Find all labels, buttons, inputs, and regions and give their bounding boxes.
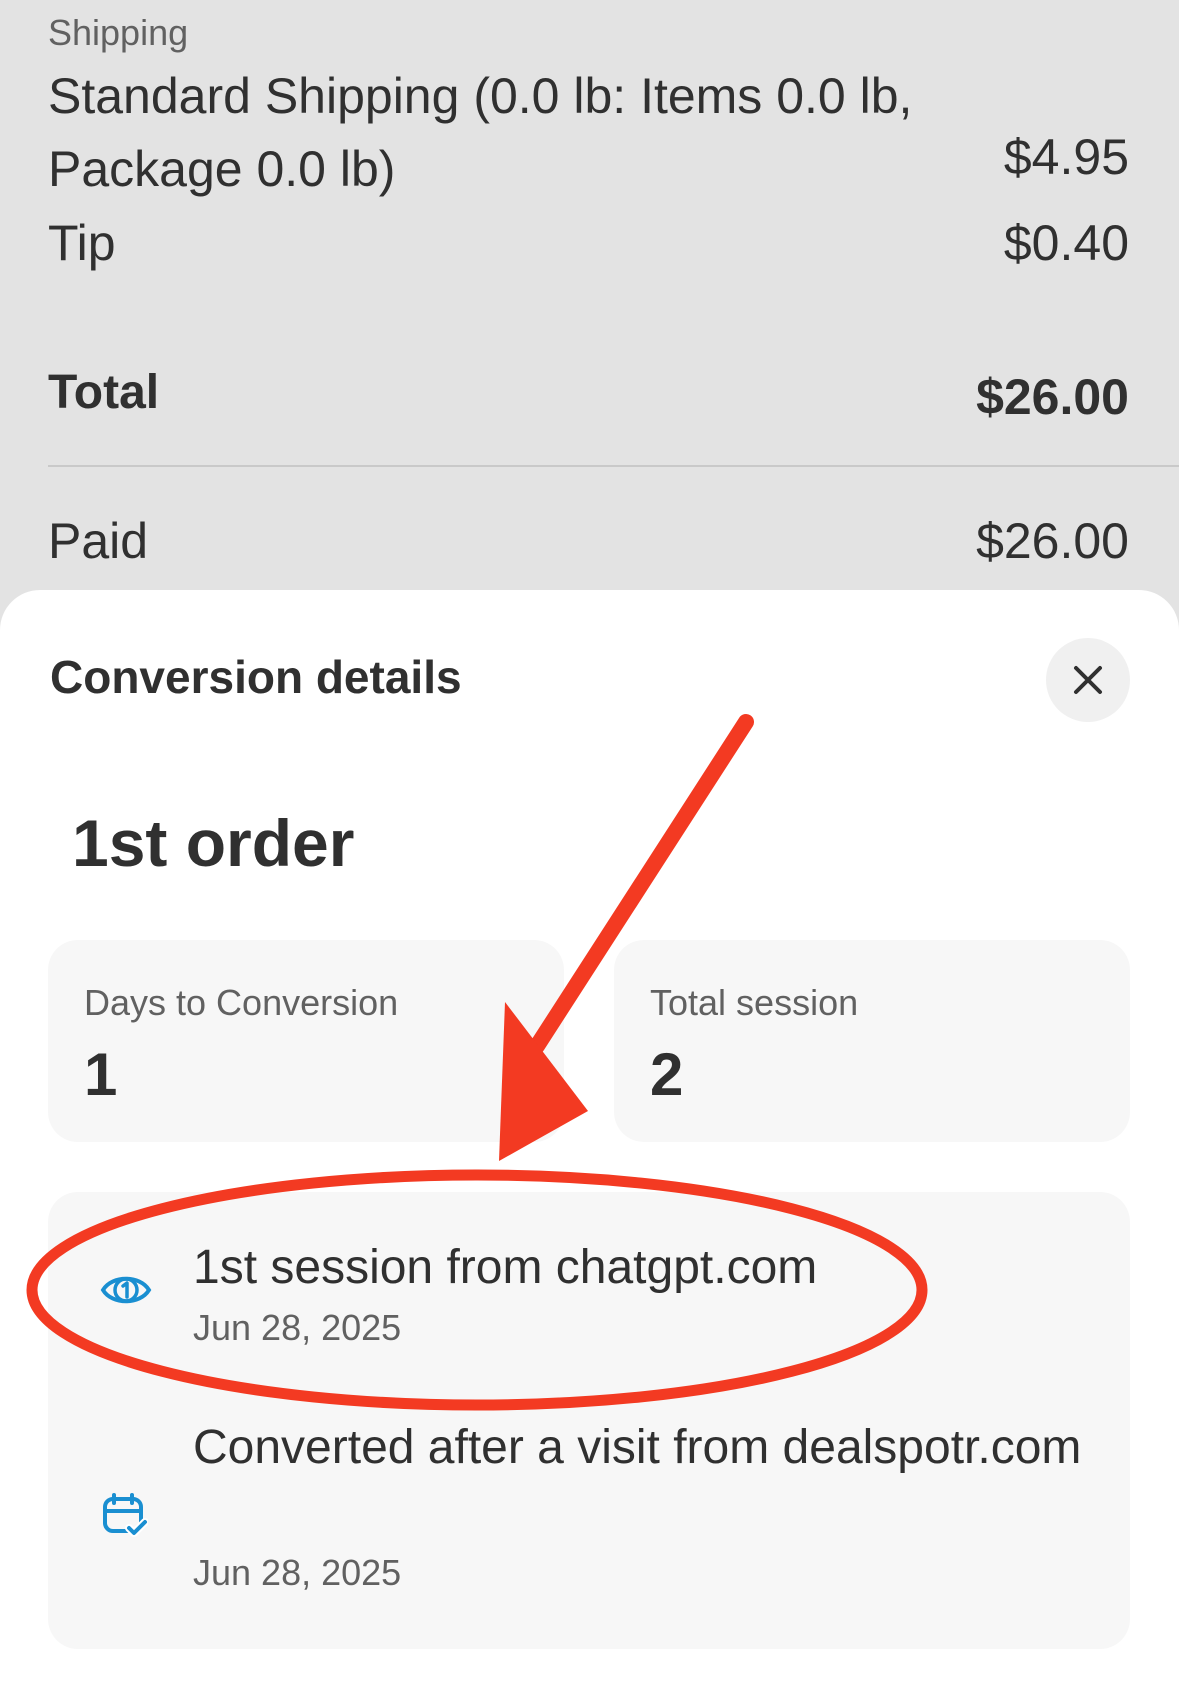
paid-label: Paid [48,513,149,569]
total-amount: $26.00 [976,369,1129,425]
stat-value: 2 [650,1041,684,1108]
calendar-check-icon [102,1492,149,1543]
timeline-item-date: Jun 28, 2025 [193,1552,402,1593]
stat-label: Total session [650,982,859,1023]
tip-amount: $0.40 [1003,215,1129,271]
first-session-icon [100,1267,152,1318]
total-label: Total [48,366,160,419]
stat-card-total-session: Total session 2 [614,940,1130,1142]
shipping-amount: $4.95 [1003,129,1129,185]
divider [48,465,1179,467]
timeline-item-title: Converted after a visit from dealspotr.c… [193,1421,1082,1474]
sheet-title: Conversion details [50,651,462,703]
timeline-item-title: 1st session from chatgpt.com [193,1241,818,1294]
conversion-details-sheet: Conversion details 1st order Days to Con… [0,590,1179,1700]
timeline-item-date: Jun 28, 2025 [193,1307,402,1348]
order-summary: Shipping Standard Shipping (0.0 lb: Item… [0,0,1179,600]
stat-value: 1 [84,1041,118,1108]
shipping-description: Standard Shipping (0.0 lb: Items 0.0 lb,… [48,68,913,197]
close-button[interactable] [1046,638,1130,722]
tip-label: Tip [48,215,116,271]
order-title: 1st order [72,806,355,880]
session-timeline: 1st session from chatgpt.com Jun 28, 202… [48,1192,1130,1649]
shipping-label: Shipping [48,12,189,53]
paid-amount: $26.00 [976,513,1129,569]
stat-label: Days to Conversion [84,982,399,1023]
close-icon [1074,666,1102,694]
stat-card-days-to-conversion: Days to Conversion 1 [48,940,564,1142]
